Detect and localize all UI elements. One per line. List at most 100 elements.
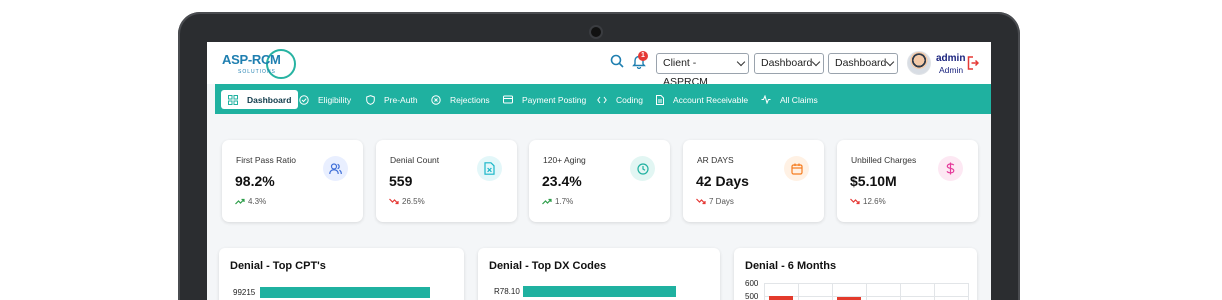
grid-line [832,283,833,300]
notification-badge: 1 [638,51,648,61]
grid-line [934,283,935,300]
nav-item-rejections[interactable]: Rejections [431,90,490,109]
chevron-down-icon [885,57,895,67]
grid-line [968,283,969,300]
nav-label: Payment Posting [522,94,587,105]
card-title: 120+ Aging [543,155,586,165]
nav-item-payment-posting[interactable]: Payment Posting [503,90,586,109]
x-circle-icon [431,94,441,105]
chevron-down-icon [811,57,821,67]
grid-icon [228,94,238,105]
kpi-card-120-aging[interactable]: 120+ Aging 23.4% 1.7% [529,140,670,222]
panel-title: Denial - 6 Months [745,260,837,272]
logo-text: ASP-RCM [222,52,281,67]
y-tick-label: 600 [745,279,759,288]
nav-label: Rejections [450,94,490,105]
card-title: AR DAYS [697,155,734,165]
kpi-card-denial-count[interactable]: Denial Count 559 26.5% [376,140,517,222]
kpi-card-unbilled-charges[interactable]: Unbilled Charges $5.10M 12.6% [837,140,978,222]
dashboard-select-value: Dashboard [835,57,887,69]
card-trend-value: 26.5% [402,197,425,206]
card-title: Unbilled Charges [851,155,917,165]
grid-line [764,283,765,300]
app-screen: ASP-RCM SOLUTIONS 1 Client - ASPRCM Dash… [207,42,991,300]
logo-subtitle: SOLUTIONS [238,69,276,75]
top-header: ASP-RCM SOLUTIONS 1 Client - ASPRCM Dash… [207,42,991,88]
clock-icon [630,156,655,181]
panel-top-cpt: Denial - Top CPT's 99215 [219,248,464,300]
user-name: admin [936,53,966,64]
card-trend: 26.5% [389,197,425,206]
nav-label: Account Receivable [673,94,749,105]
dashboard-select-primary[interactable]: Dashboard [754,53,824,74]
code-icon [597,96,607,103]
bar-label: R78.10 [494,287,520,296]
grid-line [900,283,901,300]
calendar-icon [784,156,809,181]
nav-item-account-receivable[interactable]: Account Receivable [656,90,748,109]
avatar[interactable] [907,51,931,75]
card-trend-value: 1.7% [555,197,574,206]
dx-bar[interactable] [523,286,676,297]
nav-label: Coding [616,94,643,105]
nav-item-all-claims[interactable]: All Claims [761,90,818,109]
card-title: Denial Count [390,155,440,165]
search-icon[interactable] [610,54,628,72]
trend-down-icon [696,198,706,205]
card-title: First Pass Ratio [236,155,296,165]
credit-card-icon [503,95,513,104]
main-nav: Dashboard Eligibility Pre-Auth Rejection… [215,84,991,114]
nav-item-coding[interactable]: Coding [597,90,643,109]
laptop-camera [591,27,601,37]
grid-line [798,283,799,300]
panel-title: Denial - Top CPT's [230,260,326,272]
trend-down-icon [389,198,399,205]
shield-icon [366,94,375,105]
card-value: 559 [389,173,413,189]
card-value: 42 Days [696,173,749,189]
card-trend: 4.3% [235,197,266,206]
card-trend: 12.6% [850,197,886,206]
card-value: $5.10M [850,173,897,189]
kpi-card-ar-days[interactable]: AR DAYS 42 Days 7 Days [683,140,824,222]
card-trend-value: 12.6% [863,197,886,206]
users-icon [323,156,348,181]
logo[interactable]: ASP-RCM SOLUTIONS [222,48,300,82]
card-trend: 1.7% [542,197,573,206]
panel-six-months: Denial - 6 Months 600 500 [734,248,977,300]
logout-icon[interactable] [967,56,980,70]
panel-title: Denial - Top DX Codes [489,260,607,272]
y-tick-label: 500 [745,292,759,300]
card-trend-value: 7 Days [709,197,734,206]
dollar-icon [938,156,963,181]
cpt-bar[interactable] [260,287,430,298]
trend-down-icon [850,198,860,205]
check-circle-icon [299,94,309,105]
user-role: Admin [939,65,964,75]
nav-label: Eligibility [318,94,352,105]
nav-label: Dashboard [247,94,292,105]
card-trend-value: 4.3% [248,197,267,206]
card-trend: 7 Days [696,197,734,206]
client-select[interactable]: Client - ASPRCM [656,53,749,88]
trend-up-icon [235,198,245,205]
panel-top-dx: Denial - Top DX Codes R78.10 [478,248,720,300]
bar-label: 99215 [233,288,256,297]
grid-line [764,283,969,284]
trend-up-icon [542,198,552,205]
nav-label: Pre-Auth [384,94,418,105]
dashboard-select-secondary[interactable]: Dashboard [828,53,898,74]
grid-line [764,296,969,297]
kpi-card-first-pass-ratio[interactable]: First Pass Ratio 98.2% 4.3% [222,140,363,222]
card-value: 98.2% [235,173,275,189]
nav-item-dashboard[interactable]: Dashboard [221,90,299,109]
dashboard-select-value: Dashboard [761,57,813,69]
card-value: 23.4% [542,173,582,189]
grid-line [866,283,867,300]
activity-icon [761,95,771,104]
document-icon [656,94,664,105]
nav-item-pre-auth[interactable]: Pre-Auth [366,90,418,109]
nav-item-eligibility[interactable]: Eligibility [299,90,351,109]
nav-label: All Claims [780,94,818,105]
month-bar[interactable] [769,296,793,300]
